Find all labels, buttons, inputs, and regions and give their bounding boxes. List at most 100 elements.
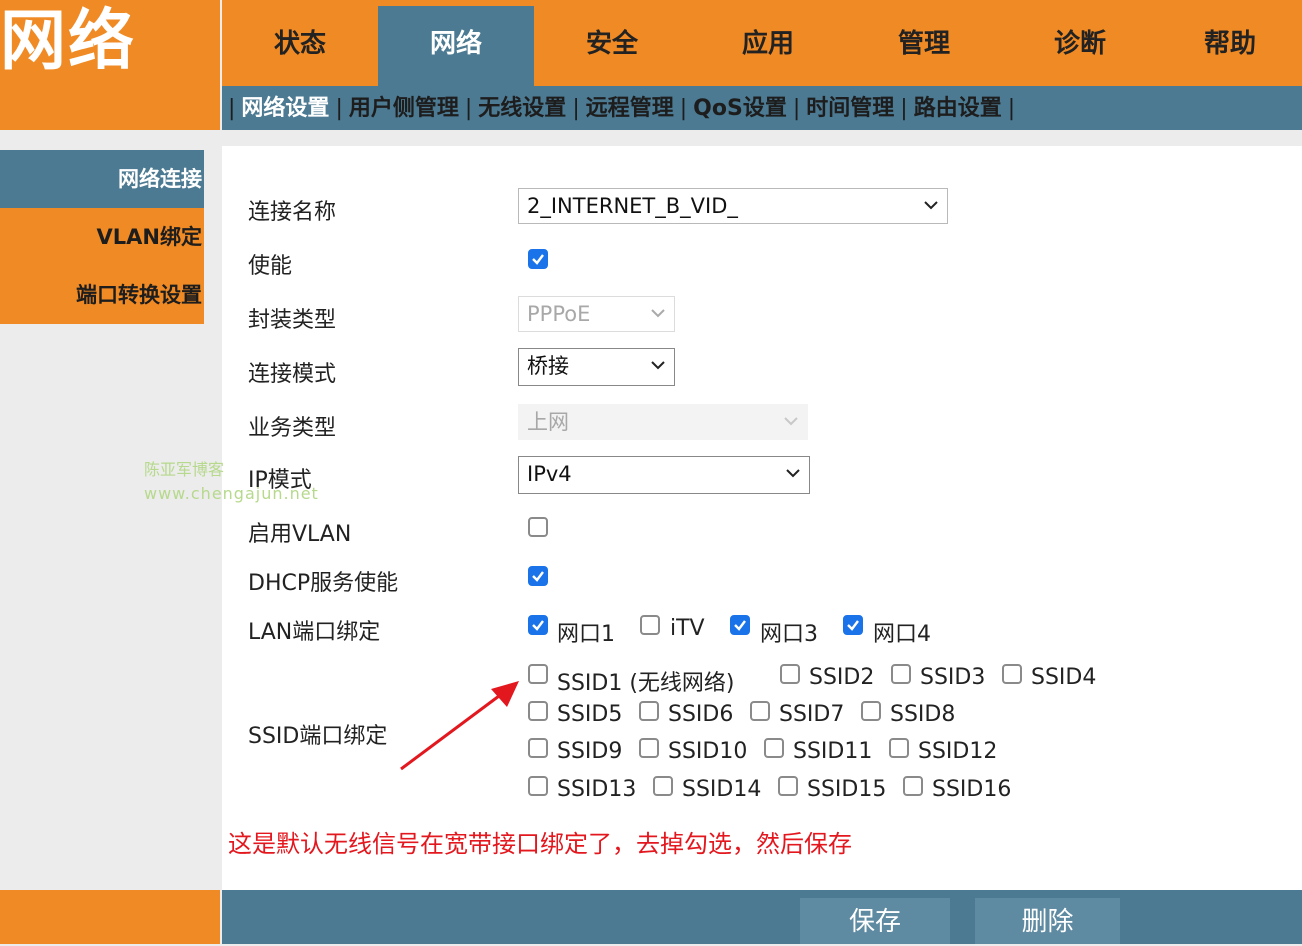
ssid7-label: SSID7 bbox=[779, 702, 845, 727]
watermark-text: 陈亚军博客 bbox=[144, 460, 225, 479]
subnav-separator: | bbox=[900, 96, 908, 121]
ssid16-checkbox[interactable] bbox=[903, 776, 923, 796]
ssid1-checkbox[interactable] bbox=[528, 664, 548, 684]
lan-itv-label: iTV bbox=[670, 616, 705, 641]
ssid3-checkbox[interactable] bbox=[891, 664, 911, 684]
check-icon bbox=[532, 620, 544, 631]
connection-mode-value: 桥接 bbox=[527, 354, 569, 378]
ssid13-label: SSID13 bbox=[557, 777, 637, 802]
ssid12-label: SSID12 bbox=[918, 739, 998, 764]
ssid7-checkbox[interactable] bbox=[750, 701, 770, 721]
label-lan-binding: LAN端口绑定 bbox=[248, 620, 381, 645]
label-service-type: 业务类型 bbox=[248, 416, 337, 441]
subnav-item-wireless[interactable]: 无线设置 bbox=[478, 96, 566, 121]
lan-port3-label: 网口3 bbox=[760, 622, 818, 647]
ssid1-label: SSID1 (无线网络) bbox=[557, 671, 735, 696]
logo-area: 网络 bbox=[0, 0, 220, 130]
subnav-separator: | bbox=[572, 96, 580, 121]
label-connection-mode: 连接模式 bbox=[248, 362, 337, 387]
label-dhcp-enable: DHCP服务使能 bbox=[248, 571, 399, 596]
chevron-down-icon bbox=[786, 469, 800, 478]
label-enable-vlan: 启用VLAN bbox=[248, 522, 352, 547]
ssid12-checkbox[interactable] bbox=[889, 738, 909, 758]
lan-port1-checkbox[interactable] bbox=[528, 615, 548, 635]
top-navigation: 状态 网络 安全 应用 管理 诊断 帮助 bbox=[222, 0, 1302, 86]
subnav-item-user-side[interactable]: 用户侧管理 bbox=[349, 96, 459, 121]
tab-security[interactable]: 安全 bbox=[534, 6, 690, 86]
ssid5-label: SSID5 bbox=[557, 702, 623, 727]
dhcp-enable-checkbox[interactable] bbox=[528, 566, 548, 586]
subnav-separator: | bbox=[792, 96, 801, 121]
ip-mode-value: IPv4 bbox=[527, 462, 572, 486]
ip-mode-select[interactable]: IPv4 bbox=[518, 456, 810, 494]
ssid11-checkbox[interactable] bbox=[764, 738, 784, 758]
chevron-down-icon bbox=[924, 201, 938, 210]
enable-checkbox[interactable] bbox=[528, 249, 548, 269]
ssid4-checkbox[interactable] bbox=[1002, 664, 1022, 684]
sidebar-item-vlan-binding[interactable]: VLAN绑定 bbox=[0, 208, 204, 266]
ssid10-label: SSID10 bbox=[668, 739, 748, 764]
chevron-down-icon bbox=[651, 361, 665, 370]
ssid6-label: SSID6 bbox=[668, 702, 734, 727]
connection-name-value: 2_INTERNET_B_VID_ bbox=[527, 194, 738, 218]
logo-text: 网络 bbox=[0, 2, 136, 79]
ssid5-checkbox[interactable] bbox=[528, 701, 548, 721]
subnav-item-network-settings[interactable]: 网络设置 bbox=[241, 96, 329, 121]
lan-port4-checkbox[interactable] bbox=[843, 615, 863, 635]
subnav-item-time[interactable]: 时间管理 bbox=[806, 96, 894, 121]
ssid3-label: SSID3 bbox=[920, 665, 986, 690]
tab-help[interactable]: 帮助 bbox=[1158, 6, 1302, 86]
service-type-select: 上网 bbox=[518, 404, 808, 440]
ssid11-label: SSID11 bbox=[793, 739, 873, 764]
sidebar-item-network-connection[interactable]: 网络连接 bbox=[0, 150, 204, 208]
tab-diagnostics[interactable]: 诊断 bbox=[1002, 6, 1158, 86]
ssid6-checkbox[interactable] bbox=[639, 701, 659, 721]
tab-network[interactable]: 网络 bbox=[378, 6, 534, 86]
ssid14-label: SSID14 bbox=[682, 777, 762, 802]
ssid2-label: SSID2 bbox=[809, 665, 875, 690]
ssid13-checkbox[interactable] bbox=[528, 776, 548, 796]
delete-button[interactable]: 删除 bbox=[975, 898, 1120, 944]
ssid8-checkbox[interactable] bbox=[861, 701, 881, 721]
subnav-item-routing[interactable]: 路由设置 bbox=[914, 96, 1002, 121]
lan-itv-checkbox[interactable] bbox=[640, 615, 660, 635]
check-icon bbox=[734, 620, 746, 631]
lan-port3-checkbox[interactable] bbox=[730, 615, 750, 635]
ssid10-checkbox[interactable] bbox=[639, 738, 659, 758]
subnav-separator: | bbox=[679, 96, 688, 121]
ssid15-label: SSID15 bbox=[807, 777, 887, 802]
ssid14-checkbox[interactable] bbox=[653, 776, 673, 796]
label-enable: 使能 bbox=[248, 254, 293, 279]
subnav-separator: | bbox=[464, 96, 473, 121]
watermark-url: www.chengajun.net bbox=[144, 484, 319, 503]
save-button[interactable]: 保存 bbox=[800, 898, 950, 944]
chevron-down-icon bbox=[651, 309, 665, 318]
ssid16-label: SSID16 bbox=[932, 777, 1012, 802]
ssid2-checkbox[interactable] bbox=[780, 664, 800, 684]
main-content bbox=[222, 130, 1302, 890]
ssid15-checkbox[interactable] bbox=[778, 776, 798, 796]
ssid9-checkbox[interactable] bbox=[528, 738, 548, 758]
enable-vlan-checkbox[interactable] bbox=[528, 517, 548, 537]
subnav-separator: | bbox=[335, 96, 343, 121]
label-ssid-binding: SSID端口绑定 bbox=[248, 724, 388, 749]
chevron-down-icon bbox=[784, 417, 798, 426]
check-icon bbox=[847, 620, 859, 631]
tab-status[interactable]: 状态 bbox=[222, 6, 378, 86]
sidebar-item-port-forwarding[interactable]: 端口转换设置 bbox=[0, 266, 204, 324]
encap-type-select: PPPoE bbox=[518, 296, 675, 332]
connection-mode-select[interactable]: 桥接 bbox=[518, 348, 675, 386]
annotation-note: 这是默认无线信号在宽带接口绑定了，去掉勾选，然后保存 bbox=[228, 830, 852, 858]
connection-name-select[interactable]: 2_INTERNET_B_VID_ bbox=[518, 188, 948, 224]
subnav-item-remote[interactable]: 远程管理 bbox=[586, 96, 674, 121]
tab-management[interactable]: 管理 bbox=[846, 6, 1002, 86]
ssid4-label: SSID4 bbox=[1031, 665, 1097, 690]
subnav-row: | 网络设置 | 用户侧管理 | 无线设置 | 远程管理 | QoS设置 | 时间管理 | 路由设置 | bbox=[222, 86, 1021, 130]
lan-port1-label: 网口1 bbox=[557, 622, 615, 647]
ssid9-label: SSID9 bbox=[557, 739, 623, 764]
tab-application[interactable]: 应用 bbox=[690, 6, 846, 86]
subnav-item-qos[interactable]: QoS设置 bbox=[693, 96, 787, 121]
label-encap-type: 封装类型 bbox=[248, 308, 337, 333]
footer-left-bar bbox=[0, 890, 220, 944]
check-icon bbox=[532, 571, 544, 582]
